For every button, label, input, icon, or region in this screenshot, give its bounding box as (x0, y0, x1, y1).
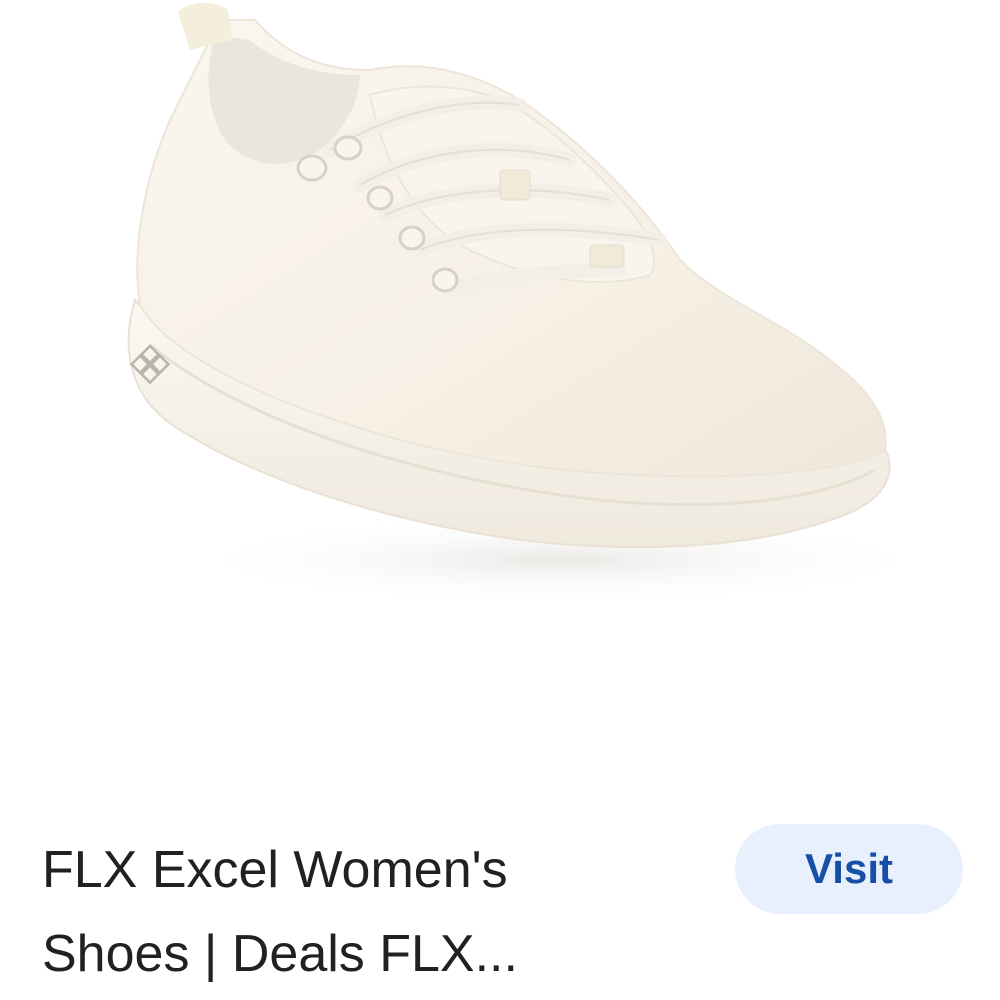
search-result-card: FLX Excel Women's Shoes | Deals FLX... V… (0, 0, 1000, 1000)
product-image[interactable] (0, 0, 1000, 800)
product-title-line-2: Shoes | Deals FLX... (42, 925, 518, 983)
visit-button[interactable]: Visit (735, 824, 963, 914)
product-title-line-1: FLX Excel Women's (42, 841, 508, 899)
product-title[interactable]: FLX Excel Women's Shoes | Deals FLX... (42, 828, 682, 996)
